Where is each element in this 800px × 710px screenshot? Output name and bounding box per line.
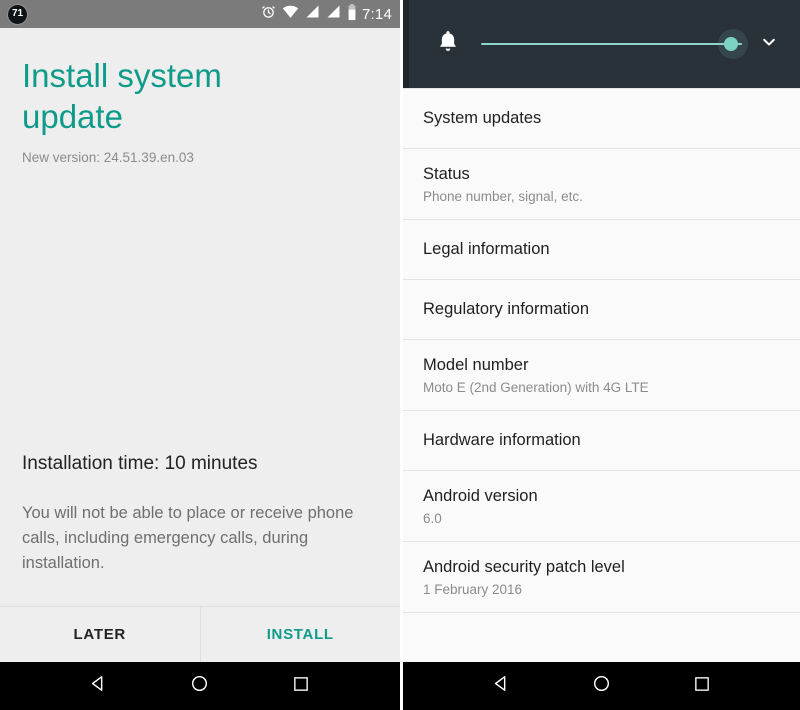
- installation-warning-text: You will not be able to place or receive…: [22, 504, 354, 572]
- dialog-version-subtitle: New version: 24.51.39.en.03: [22, 150, 194, 165]
- settings-row-status[interactable]: Status Phone number, signal, etc.: [403, 149, 800, 220]
- battery-icon: [347, 3, 357, 25]
- installation-time-text: Installation time: 10 minutes: [22, 453, 258, 474]
- recents-square-icon: [292, 675, 310, 698]
- settings-row-subtitle: 6.0: [423, 510, 442, 526]
- wifi-icon: [282, 4, 299, 24]
- dialog-title: Install system update: [22, 57, 222, 135]
- settings-row-hardware-information[interactable]: Hardware information: [403, 411, 800, 471]
- settings-row-subtitle: Phone number, signal, etc.: [423, 188, 583, 204]
- settings-row-subtitle: Moto E (2nd Generation) with 4G LTE: [423, 379, 649, 395]
- settings-row-android-version[interactable]: Android version 6.0: [403, 471, 800, 542]
- install-button[interactable]: INSTALL: [201, 607, 401, 662]
- settings-row-system-updates[interactable]: System updates: [403, 89, 800, 149]
- back-button[interactable]: [481, 666, 521, 706]
- status-bar-icons: [261, 3, 357, 25]
- alarm-icon: [261, 4, 276, 24]
- recents-square-icon: [693, 675, 711, 698]
- home-button[interactable]: [581, 666, 621, 706]
- home-circle-icon: [190, 674, 209, 698]
- signal-icon: [326, 4, 341, 24]
- slider-track: [481, 43, 742, 45]
- expand-volume-button[interactable]: [756, 33, 782, 56]
- settings-row-subtitle: 1 February 2016: [423, 581, 523, 597]
- status-bar: 71 7:14: [0, 0, 400, 28]
- settings-row-title: System updates: [423, 109, 542, 127]
- status-bar-clock: 7:14: [362, 5, 392, 23]
- settings-row-title: Legal information: [423, 240, 550, 258]
- recents-button[interactable]: [682, 666, 722, 706]
- notification-volume-slider[interactable]: [481, 29, 748, 59]
- settings-row-title: Android version: [423, 486, 538, 505]
- settings-row-title: Status: [423, 164, 470, 183]
- home-circle-icon: [592, 674, 611, 698]
- dialog-action-bar: LATER INSTALL: [0, 606, 400, 662]
- settings-row-title: Hardware information: [423, 431, 581, 449]
- system-update-dialog: Install system update New version: 24.51…: [0, 28, 400, 662]
- dual-screenshot-container: 71 7:14 Install system update New versio…: [0, 0, 800, 710]
- dialog-spacer: [22, 165, 378, 453]
- notification-bell-icon: [437, 30, 459, 59]
- left-phone-screen: 71 7:14 Install system update New versio…: [0, 0, 400, 710]
- settings-row-regulatory-information[interactable]: Regulatory information: [403, 280, 800, 340]
- left-navigation-bar: [0, 662, 400, 710]
- chevron-down-icon: [760, 33, 778, 56]
- settings-row-title: Android security patch level: [423, 557, 625, 576]
- settings-row-android-security-patch-level[interactable]: Android security patch level 1 February …: [403, 542, 800, 613]
- volume-control-panel: [403, 0, 800, 88]
- back-button[interactable]: [79, 666, 119, 706]
- notification-volume-icon-wrap: [433, 30, 463, 59]
- settings-row-title: Model number: [423, 355, 529, 374]
- slider-thumb[interactable]: [724, 37, 738, 51]
- right-navigation-bar: [403, 662, 800, 710]
- notification-count-badge: 71: [8, 4, 27, 24]
- signal-icon: [305, 4, 320, 24]
- home-button[interactable]: [180, 666, 220, 706]
- recents-button[interactable]: [281, 666, 321, 706]
- right-phone-screen: System updates Status Phone number, sign…: [400, 0, 800, 710]
- settings-row-title: Regulatory information: [423, 300, 589, 318]
- about-phone-settings-list: System updates Status Phone number, sign…: [403, 88, 800, 662]
- later-button[interactable]: LATER: [0, 607, 201, 662]
- settings-row-legal-information[interactable]: Legal information: [403, 220, 800, 280]
- settings-row-model-number[interactable]: Model number Moto E (2nd Generation) wit…: [403, 340, 800, 411]
- back-triangle-icon: [492, 674, 511, 698]
- back-triangle-icon: [89, 674, 108, 698]
